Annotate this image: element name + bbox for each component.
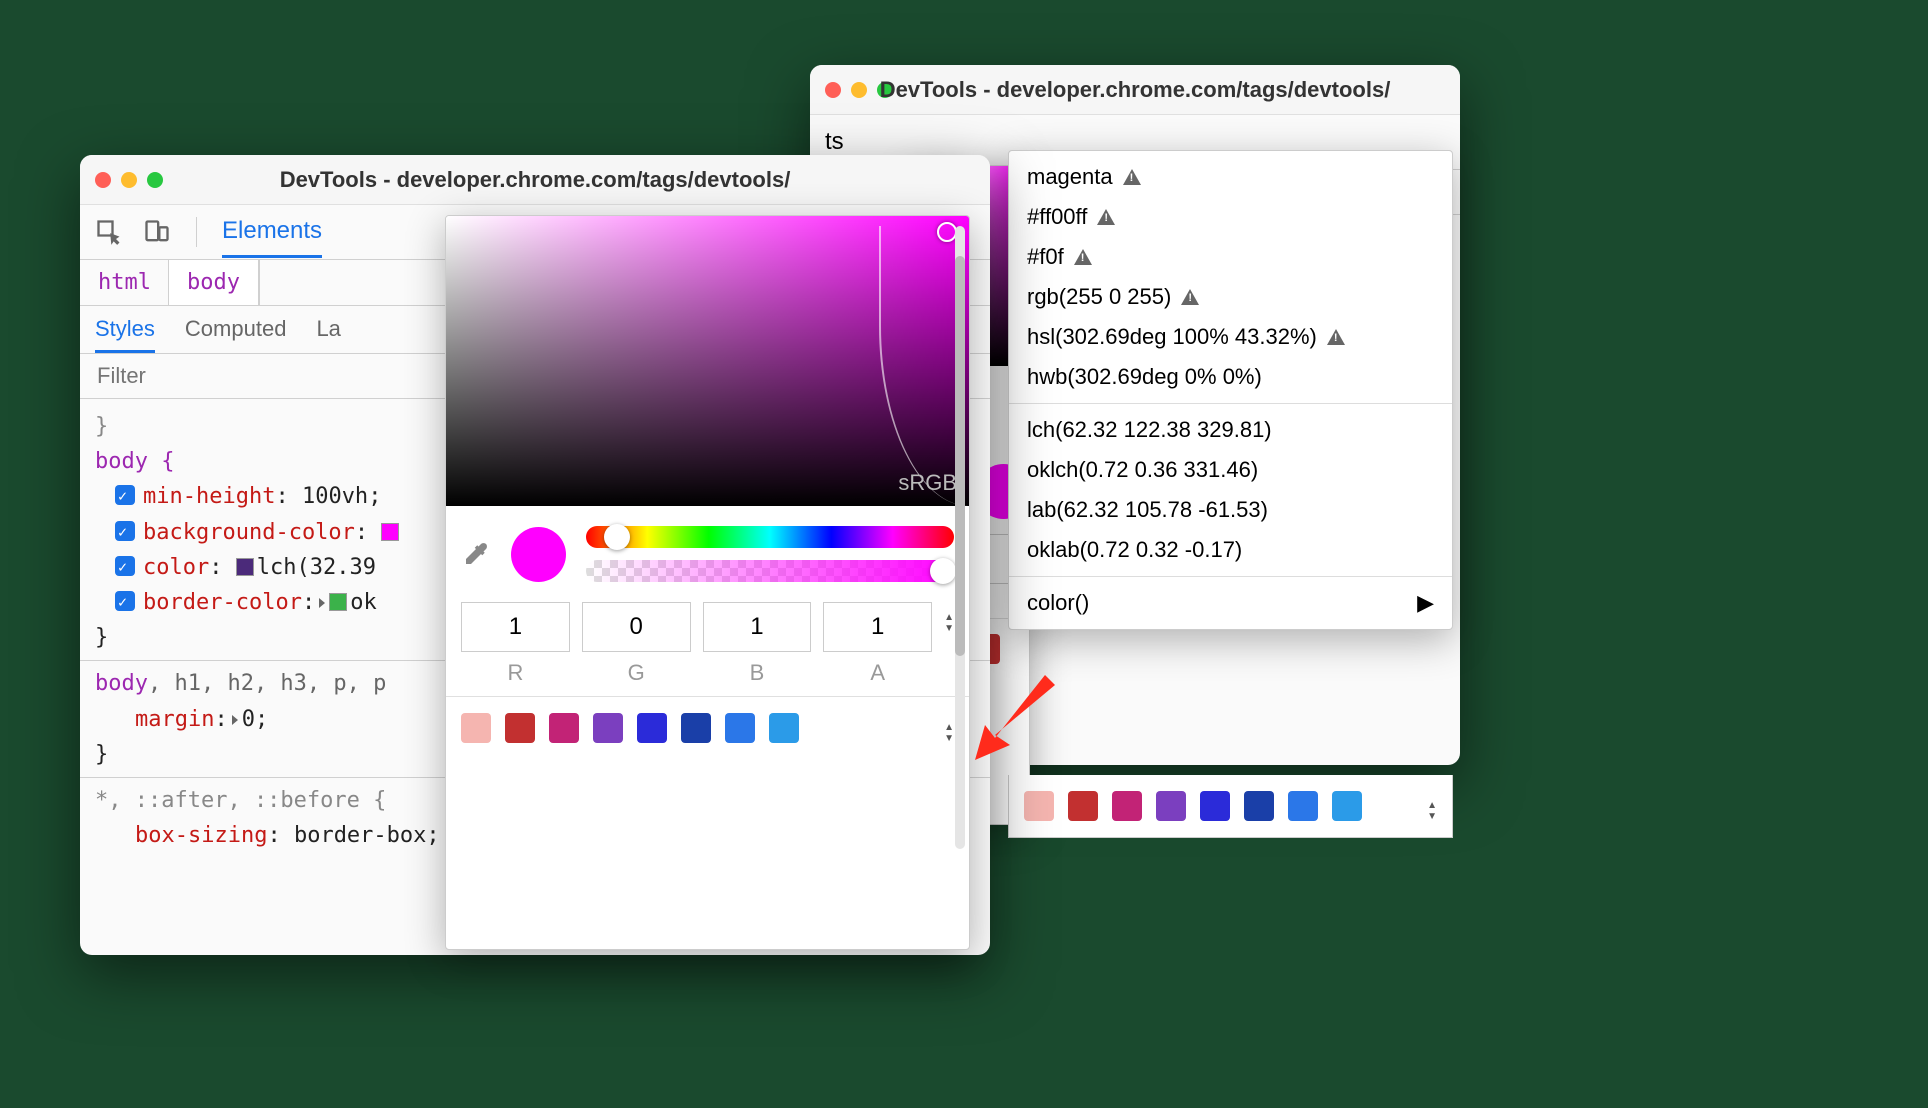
palette-stepper[interactable]: ▲▼ [944,722,954,744]
g-input[interactable] [582,602,691,652]
eyedropper-icon[interactable] [461,539,491,569]
palette-swatch[interactable] [505,713,535,743]
b-label: B [703,660,812,686]
menu-hex6[interactable]: #ff00ff [1009,197,1452,237]
palette-swatch[interactable] [725,713,755,743]
tab-computed[interactable]: Computed [185,316,287,353]
palette-swatch[interactable] [1288,791,1318,821]
warning-icon [1327,329,1345,345]
titlebar: DevTools - developer.chrome.com/tags/dev… [810,65,1460,115]
prop-checkbox[interactable] [115,521,135,541]
g-label: G [582,660,691,686]
menu-separator [1009,403,1452,404]
sv-handle[interactable] [937,222,957,242]
crumb-body[interactable]: body [169,260,259,305]
palette-swatch[interactable] [1156,791,1186,821]
close-button[interactable] [825,82,841,98]
menu-color-fn[interactable]: color()▶ [1009,583,1452,623]
window-title: DevTools - developer.chrome.com/tags/dev… [80,167,990,193]
a-label: A [823,660,932,686]
palette-swatch[interactable] [1068,791,1098,821]
palette-swatch[interactable] [461,713,491,743]
current-color-swatch [511,527,566,582]
menu-rgb[interactable]: rgb(255 0 255) [1009,277,1452,317]
annotation-arrow-icon [960,670,1060,792]
expand-icon[interactable] [319,598,325,608]
minimize-button[interactable] [851,82,867,98]
close-button[interactable] [95,172,111,188]
menu-separator [1009,576,1452,577]
format-stepper[interactable]: ▲▼ [944,612,954,634]
color-swatch[interactable] [236,558,254,576]
color-picker: sRGB R G B A ▲▼ ▲▼ [445,215,970,950]
maximize-button[interactable] [877,82,893,98]
warning-icon [1123,169,1141,185]
color-swatch[interactable] [381,523,399,541]
traffic-lights [95,172,163,188]
a-input[interactable] [823,602,932,652]
hue-handle[interactable] [604,524,630,550]
saturation-value-area[interactable]: sRGB [446,216,969,506]
tab-styles[interactable]: Styles [95,316,155,353]
value-inputs: R G B A ▲▼ [446,602,969,696]
palette-swatch[interactable] [1244,791,1274,821]
palette-swatch[interactable] [1200,791,1230,821]
palette-stepper[interactable]: ▲▼ [1427,800,1437,822]
window-title: DevTools - developer.chrome.com/tags/dev… [810,77,1460,103]
warning-icon [1181,289,1199,305]
prop-checkbox[interactable] [115,556,135,576]
r-label: R [461,660,570,686]
alpha-handle[interactable] [930,558,956,584]
palette-swatch[interactable] [1332,791,1362,821]
menu-hsl[interactable]: hsl(302.69deg 100% 43.32%) [1009,317,1452,357]
separator [196,217,197,247]
color-swatch[interactable] [329,593,347,611]
expand-icon[interactable] [232,715,238,725]
prop-checkbox[interactable] [115,591,135,611]
scrollbar-thumb[interactable] [955,256,965,656]
palette-row-back: ▲▼ [1008,775,1453,838]
menu-lch[interactable]: lch(62.32 122.38 329.81) [1009,410,1452,450]
palette-swatch[interactable] [637,713,667,743]
prop-checkbox[interactable] [115,485,135,505]
palette-swatch[interactable] [681,713,711,743]
palette-swatch[interactable] [593,713,623,743]
menu-oklab[interactable]: oklab(0.72 0.32 -0.17) [1009,530,1452,570]
menu-hex3[interactable]: #f0f [1009,237,1452,277]
b-input[interactable] [703,602,812,652]
warning-icon [1097,209,1115,225]
traffic-lights [825,82,893,98]
tab-elements-cut[interactable]: ts [825,128,844,156]
palette-swatch[interactable] [1024,791,1054,821]
inspect-icon[interactable] [95,218,123,246]
crumb-html[interactable]: html [80,260,169,305]
minimize-button[interactable] [121,172,137,188]
palette-swatch[interactable] [1112,791,1142,821]
menu-hwb[interactable]: hwb(302.69deg 0% 0%) [1009,357,1452,397]
alpha-slider[interactable] [586,560,954,582]
palette-row: ▲▼ [446,696,969,759]
titlebar: DevTools - developer.chrome.com/tags/dev… [80,155,990,205]
palette-swatch[interactable] [549,713,579,743]
maximize-button[interactable] [147,172,163,188]
menu-oklch[interactable]: oklch(0.72 0.36 331.46) [1009,450,1452,490]
submenu-arrow-icon: ▶ [1417,590,1434,616]
menu-lab[interactable]: lab(62.32 105.78 -61.53) [1009,490,1452,530]
tab-layout-cut[interactable]: La [316,316,340,353]
color-format-menu: magenta #ff00ff #f0f rgb(255 0 255) hsl(… [1008,150,1453,630]
device-toggle-icon[interactable] [143,218,171,246]
tab-elements[interactable]: Elements [222,217,322,258]
r-input[interactable] [461,602,570,652]
color-space-label: sRGB [898,470,957,496]
palette-swatch[interactable] [769,713,799,743]
warning-icon [1074,249,1092,265]
picker-controls [446,506,969,602]
hue-slider[interactable] [586,526,954,548]
menu-magenta[interactable]: magenta [1009,157,1452,197]
